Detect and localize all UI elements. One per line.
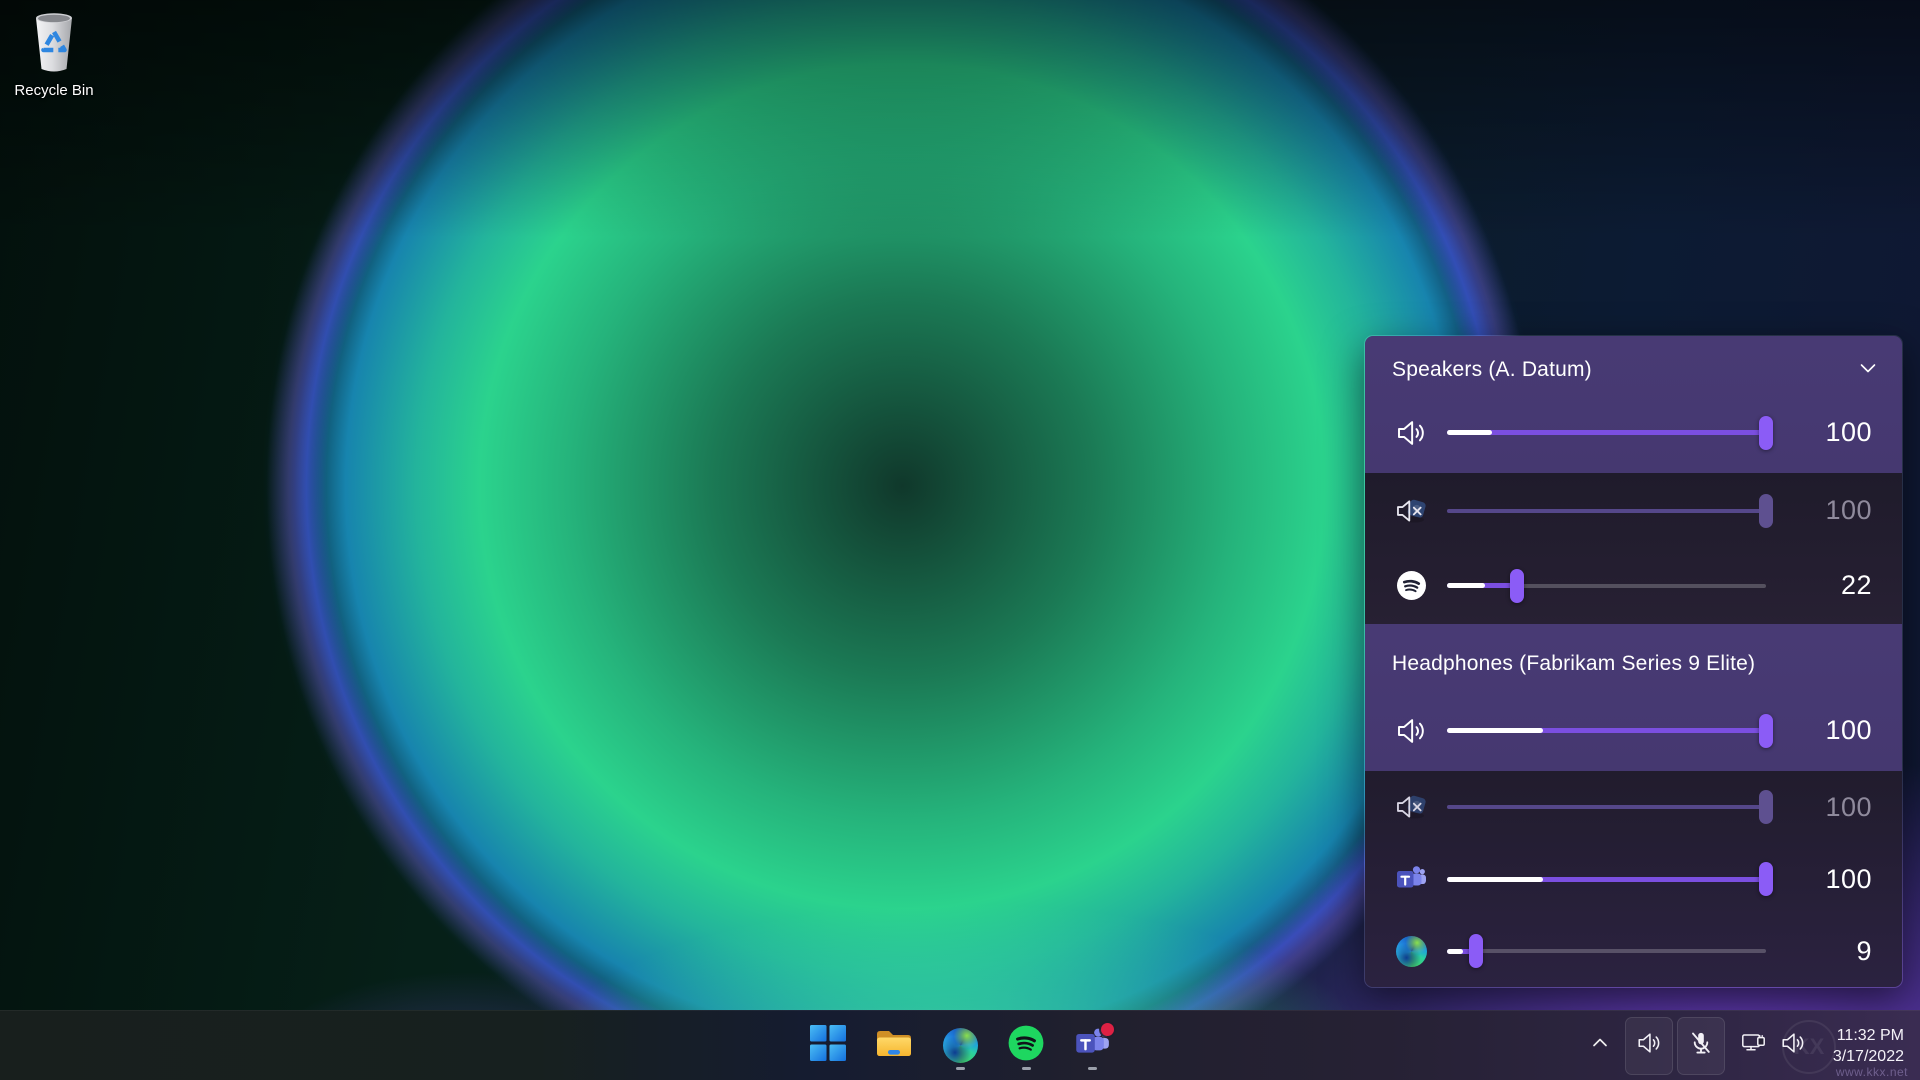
app-volume-row: 9 (1365, 915, 1902, 987)
microphone-tray-button[interactable] (1677, 1017, 1725, 1075)
monitor-plug-icon (1741, 1031, 1768, 1061)
speaker-output-icon (1780, 1030, 1806, 1061)
app-volume-row: 100 (1365, 771, 1902, 843)
app-volume-row: 100 (1365, 473, 1902, 548)
teams-button[interactable] (1071, 1019, 1113, 1073)
app-volume-slider[interactable] (1447, 568, 1766, 604)
tray-overflow-button[interactable] (1583, 1026, 1617, 1066)
volume-value: 9 (1786, 936, 1872, 967)
system-sounds-muted-icon (1391, 491, 1431, 531)
teams-icon (1391, 859, 1431, 899)
app-streams-speakers: 100 22 (1365, 473, 1902, 624)
slider-thumb[interactable] (1469, 934, 1483, 968)
device-section-headphones: Headphones (Fabrikam Series 9 Elite) 100 (1365, 624, 1902, 771)
spotify-icon (1008, 1025, 1044, 1066)
app-volume-slider[interactable] (1447, 493, 1766, 529)
spotify-icon (1391, 566, 1431, 606)
system-sounds-muted-icon (1391, 787, 1431, 827)
running-indicator (1022, 1067, 1031, 1070)
volume-value: 100 (1786, 417, 1872, 448)
volume-value: 100 (1786, 864, 1872, 895)
speaker-volume-icon (1391, 711, 1431, 751)
device-volume-row: 100 (1365, 690, 1902, 771)
app-volume-slider[interactable] (1447, 933, 1766, 969)
spotify-button[interactable] (1005, 1019, 1047, 1073)
device-name: Headphones (Fabrikam Series 9 Elite) (1392, 652, 1755, 676)
recycle-bin-icon (26, 8, 82, 79)
app-volume-slider[interactable] (1447, 861, 1766, 897)
slider-thumb[interactable] (1759, 790, 1773, 824)
device-volume-slider[interactable] (1447, 713, 1766, 749)
file-explorer-icon (875, 1027, 913, 1064)
slider-thumb[interactable] (1759, 714, 1773, 748)
app-volume-row: 100 (1365, 843, 1902, 915)
taskbar: KX 11:32 PM 3/17/2022 www.kkx.net (0, 1010, 1920, 1080)
chevron-up-icon (1589, 1032, 1611, 1059)
volume-value: 100 (1786, 792, 1872, 823)
volume-value: 100 (1786, 715, 1872, 746)
device-name: Speakers (A. Datum) (1392, 358, 1592, 382)
slider-thumb[interactable] (1759, 416, 1773, 450)
device-volume-slider[interactable] (1447, 415, 1766, 451)
app-volume-row: 22 (1365, 548, 1902, 623)
recycle-bin[interactable]: Recycle Bin (14, 8, 94, 99)
volume-value: 100 (1786, 495, 1872, 526)
desktop: Recycle Bin Speakers (A. Datum) (0, 0, 1920, 1080)
recycle-bin-label: Recycle Bin (14, 82, 94, 99)
app-streams-headphones: 100 100 (1365, 771, 1902, 987)
speaker-icon (1636, 1030, 1662, 1061)
device-section-speakers: Speakers (A. Datum) 100 (1365, 336, 1902, 473)
volume-value: 22 (1786, 570, 1872, 601)
watermark-text: www.kkx.net (1836, 1065, 1908, 1079)
file-explorer-button[interactable] (873, 1019, 915, 1073)
edge-button[interactable] (939, 1019, 981, 1073)
edge-icon (1391, 931, 1431, 971)
start-icon (810, 1025, 846, 1066)
clock-time: 11:32 PM (1818, 1025, 1904, 1046)
tray-indicator-icons[interactable] (1741, 1030, 1806, 1061)
volume-tray-button[interactable] (1625, 1017, 1673, 1075)
clock[interactable]: 11:32 PM 3/17/2022 (1818, 1025, 1910, 1067)
app-volume-slider[interactable] (1447, 789, 1766, 825)
notification-badge (1101, 1023, 1114, 1036)
running-indicator (956, 1067, 965, 1070)
microphone-muted-icon (1688, 1030, 1714, 1061)
slider-thumb[interactable] (1510, 569, 1524, 603)
speaker-volume-icon (1391, 413, 1431, 453)
clock-date: 3/17/2022 (1818, 1046, 1904, 1067)
chevron-down-icon[interactable] (1856, 356, 1880, 385)
slider-thumb[interactable] (1759, 494, 1773, 528)
device-volume-row: 100 (1365, 392, 1902, 473)
slider-thumb[interactable] (1759, 862, 1773, 896)
edge-icon (943, 1028, 978, 1063)
volume-mixer-flyout: Speakers (A. Datum) 100 (1364, 335, 1903, 988)
start-button[interactable] (807, 1019, 849, 1073)
running-indicator (1088, 1067, 1097, 1070)
